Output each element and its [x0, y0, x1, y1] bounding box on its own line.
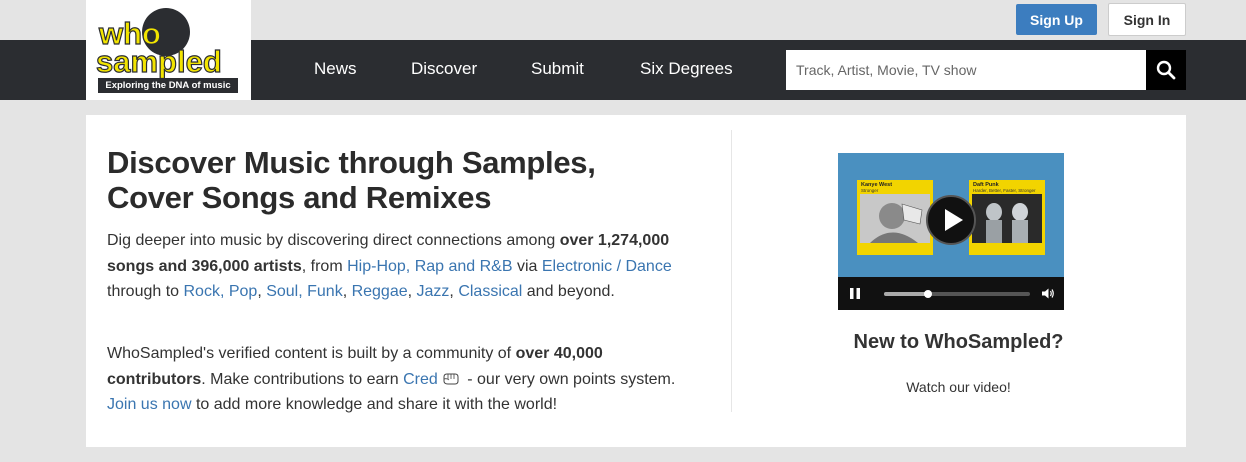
- community-text-3: - our very own points system.: [462, 370, 676, 388]
- video-controls: [838, 277, 1064, 310]
- play-icon: [945, 209, 963, 231]
- intro-text-8: ,: [449, 283, 459, 300]
- community-paragraph: WhoSampled's verified content is built b…: [107, 341, 682, 418]
- video-play-button[interactable]: [926, 195, 976, 245]
- intro-text-5: ,: [257, 283, 267, 300]
- volume-icon[interactable]: [1041, 287, 1055, 300]
- nav-discover[interactable]: Discover: [411, 59, 477, 79]
- video-left-track: Stronger: [861, 188, 879, 193]
- page-title-line-1: Discover Music through Samples,: [107, 145, 596, 180]
- video-thumb-right: Daft Punk Harder, Better, Faster, Strong…: [969, 180, 1045, 255]
- nav-submit[interactable]: Submit: [531, 59, 584, 79]
- genre-link-electronic[interactable]: Electronic / Dance: [542, 258, 672, 275]
- intro-text-1: Dig deeper into music by discovering dir…: [107, 232, 560, 249]
- logo-tagline: Exploring the DNA of music: [98, 78, 238, 93]
- watch-video-text: Watch our video!: [906, 379, 1011, 395]
- logo-sampled-text: sampled: [96, 44, 222, 78]
- genre-link-soul-funk[interactable]: Soul, Funk: [266, 283, 342, 300]
- video-progress-bar[interactable]: [884, 290, 1030, 298]
- intro-text-4: through to: [107, 283, 184, 300]
- video-right-artwork: [972, 194, 1042, 243]
- genre-link-classical[interactable]: Classical: [458, 283, 522, 300]
- video-right-track: Harder, Better, Faster, Stronger: [973, 188, 1036, 193]
- intro-text-2: , from: [301, 257, 348, 275]
- community-text-1: WhoSampled's verified content is built b…: [107, 345, 516, 362]
- genre-link-hiphop[interactable]: Hip-Hop, Rap and R&B: [347, 258, 512, 275]
- community-text-2: . Make contributions to earn: [201, 370, 404, 388]
- search-icon: [1156, 60, 1176, 80]
- cred-link[interactable]: Cred: [403, 371, 438, 388]
- sign-up-button[interactable]: Sign Up: [1016, 4, 1097, 35]
- genre-link-rock-pop[interactable]: Rock, Pop: [184, 283, 258, 300]
- search-input[interactable]: [786, 50, 1146, 90]
- logo-wordmark: who sampled: [95, 8, 222, 80]
- site-logo[interactable]: who sampled Exploring the DNA of music: [86, 0, 251, 100]
- intro-card: Discover Music through Samples, Cover So…: [86, 115, 1186, 447]
- video-left-artwork: [860, 194, 930, 243]
- genre-link-reggae[interactable]: Reggae: [352, 283, 408, 300]
- new-to-heading: New to WhoSampled?: [853, 331, 1064, 353]
- genre-link-jazz[interactable]: Jazz: [417, 283, 450, 300]
- video-thumb-left: Kanye West Stronger: [857, 180, 933, 255]
- nav-six-degrees[interactable]: Six Degrees: [640, 59, 733, 79]
- page-title: Discover Music through Samples, Cover So…: [107, 145, 667, 215]
- intro-text-3: via: [512, 257, 542, 275]
- pause-icon[interactable]: [848, 287, 862, 300]
- nav-news[interactable]: News: [314, 59, 357, 79]
- sign-in-button[interactable]: Sign In: [1108, 3, 1186, 36]
- intro-text-9: and beyond.: [522, 283, 615, 300]
- video-progress-handle[interactable]: [923, 290, 932, 298]
- cred-fist-icon: [443, 373, 459, 384]
- intro-paragraph: Dig deeper into music by discovering dir…: [107, 228, 682, 305]
- column-divider: [731, 130, 732, 412]
- page-title-line-2: Cover Songs and Remixes: [107, 180, 492, 215]
- join-us-link[interactable]: Join us now: [107, 396, 192, 413]
- video-progress-fill: [884, 292, 928, 296]
- search-button[interactable]: [1146, 50, 1186, 90]
- intro-video-player[interactable]: Kanye West Stronger Daft Punk Harder, Be…: [838, 153, 1064, 310]
- intro-text-7: ,: [407, 283, 417, 300]
- intro-text-6: ,: [342, 283, 352, 300]
- community-text-4: to add more knowledge and share it with …: [191, 396, 558, 413]
